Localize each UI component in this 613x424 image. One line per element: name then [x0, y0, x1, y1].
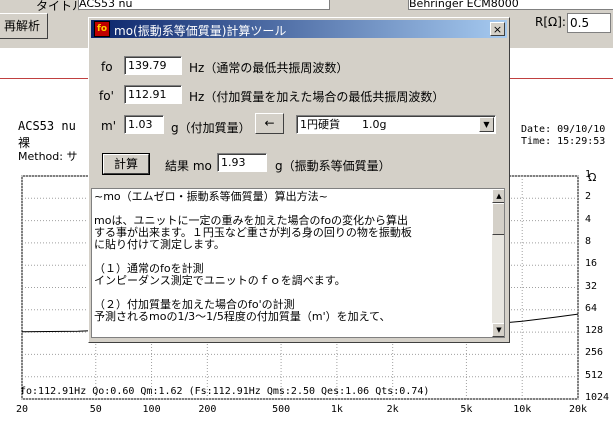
scroll-down-icon[interactable]: ▼: [492, 323, 504, 337]
y-tick-label: 16: [585, 258, 598, 270]
y-tick-label: 512: [585, 369, 604, 381]
y-tick-label: 256: [585, 347, 604, 359]
fo-unit-label: Hz（通常の最低共振周波数）: [189, 61, 349, 75]
instructions-memo[interactable]: ~mo（エムゼロ・振動系等価質量）算出方法~ moは、ユニットに一定の重みを加え…: [91, 188, 505, 338]
x-tick-label: 20: [16, 404, 29, 415]
fo-label: fo: [101, 60, 113, 74]
dialog-titlebar[interactable]: fo mo(振動系等価質量)計算ツール ×: [91, 20, 507, 38]
x-tick-label: 500: [272, 404, 291, 415]
y-tick-label: 1: [585, 169, 592, 180]
m-input[interactable]: 1.03: [124, 115, 164, 134]
y-tick-label: 64: [585, 302, 598, 314]
m-label: m': [101, 119, 116, 133]
apply-weight-button[interactable]: ←: [255, 113, 284, 134]
x-tick-label: 1k: [330, 404, 343, 415]
fo2-label: fo': [99, 89, 114, 103]
memo-scrollbar[interactable]: ▲ ▼: [492, 189, 504, 337]
fo2-unit-label: Hz（付加質量を加えた場合の最低共振周波数）: [189, 90, 445, 104]
x-tick-label: 5k: [460, 404, 473, 415]
y-tick-label: 32: [585, 280, 598, 292]
result-label: 結果 mo: [165, 159, 212, 173]
x-tick-label: 50: [89, 404, 102, 415]
coin-select-value: 1円硬貨 1.0g: [300, 118, 387, 131]
coin-select[interactable]: 1円硬貨 1.0g ▼: [296, 115, 496, 134]
x-tick-label: 20k: [569, 404, 588, 415]
dialog-title: mo(振動系等価質量)計算ツール: [114, 24, 287, 38]
x-tick-label: 100: [142, 404, 161, 415]
mo-calculator-dialog: fo mo(振動系等価質量)計算ツール × fo 139.79 Hz（通常の最低…: [88, 17, 510, 343]
chevron-down-icon[interactable]: ▼: [479, 117, 494, 132]
y-tick-label: 4: [585, 213, 592, 225]
fo-input[interactable]: 139.79: [124, 56, 182, 75]
params-line: fo:112.91Hz Qo:0.60 Qm:1.62 (Fs:112.91Hz…: [20, 386, 430, 397]
result-unit-label: g（振動系等価質量）: [275, 159, 391, 173]
x-tick-label: 2k: [386, 404, 399, 415]
instructions-text: ~mo（エムゼロ・振動系等価質量）算出方法~ moは、ユニットに一定の重みを加え…: [94, 190, 412, 323]
close-button[interactable]: ×: [490, 22, 505, 36]
scroll-thumb[interactable]: [492, 203, 504, 235]
m-unit-label: g（付加質量）: [171, 121, 251, 135]
y-tick-label: 2: [585, 191, 592, 203]
y-tick-label: 1024: [585, 392, 610, 403]
app-icon: fo: [94, 21, 110, 37]
x-tick-label: 200: [198, 404, 217, 415]
calculate-button[interactable]: 計算: [102, 153, 150, 175]
scroll-up-icon[interactable]: ▲: [492, 189, 504, 203]
y-tick-label: 8: [585, 235, 592, 247]
y-tick-label: 128: [585, 325, 604, 337]
fo2-input[interactable]: 112.91: [124, 85, 182, 104]
result-output: 1.93: [217, 153, 267, 172]
x-tick-label: 10k: [513, 404, 532, 415]
